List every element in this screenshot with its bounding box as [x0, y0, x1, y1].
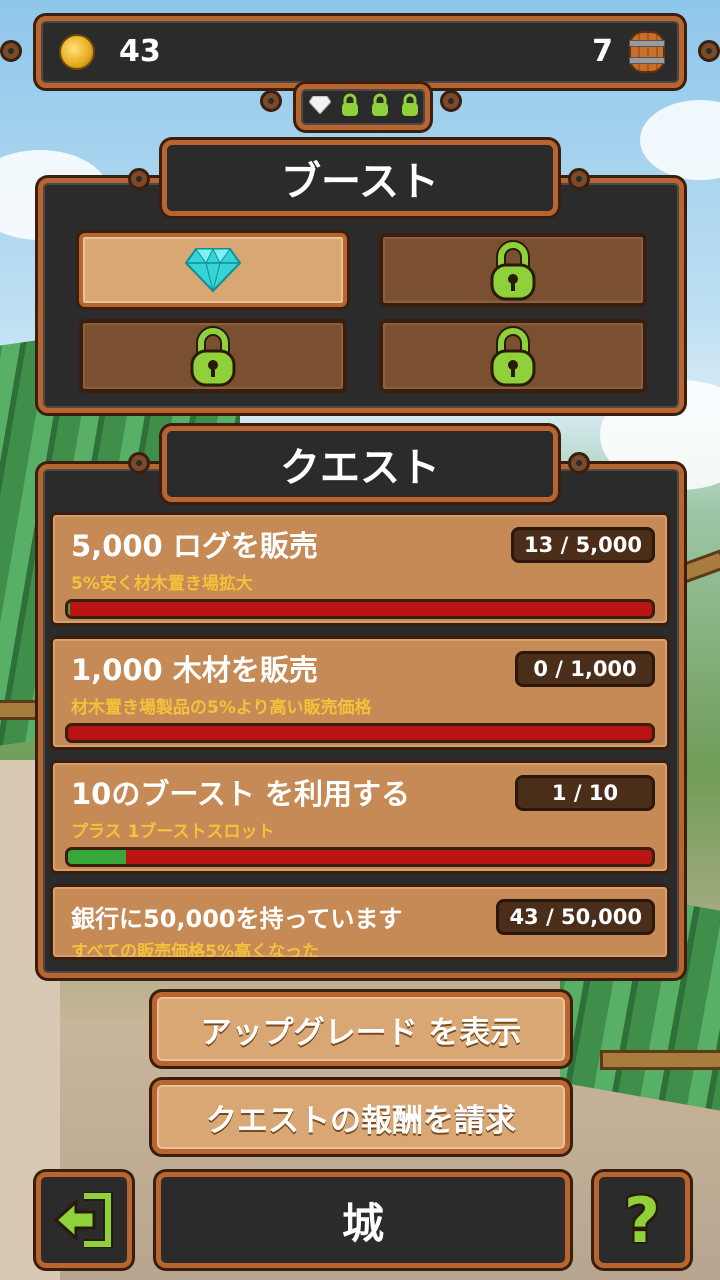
- quest-progress-bar: [65, 599, 655, 619]
- diamond-icon: [184, 247, 242, 293]
- coin-count: 43: [119, 34, 161, 69]
- question-icon: ?: [624, 1183, 660, 1257]
- lock-icon: [402, 93, 418, 116]
- bolt-icon: [440, 90, 462, 112]
- lock-icon: [372, 93, 388, 116]
- quest-item: 10のブースト を利用する プラス 1ブーストスロット 1 / 10: [50, 760, 670, 874]
- boost-slot-locked[interactable]: [379, 319, 647, 393]
- quest-item: 5,000 ログを販売 5%安く材木置き場拡大 13 / 5,000: [50, 512, 670, 626]
- resource-bar: 43 7: [36, 16, 684, 88]
- quest-item: 銀行に50,000を持っています すべての販売価格5%高くなった 43 / 50…: [50, 884, 670, 960]
- quest-progress-count: 1 / 10: [515, 775, 655, 811]
- quest-progress-fill: [68, 850, 127, 864]
- barrel-count: 7: [592, 34, 613, 69]
- boost-slot-locked[interactable]: [79, 319, 347, 393]
- quest-title-text: 10のブースト を利用する: [71, 777, 411, 811]
- lock-icon: [490, 326, 536, 387]
- quest-title-text: 1,000 木材を販売: [71, 653, 318, 687]
- quest-title-text: 5,000 ログを販売: [71, 529, 318, 563]
- bolt-icon: [128, 168, 150, 190]
- quest-item: 1,000 木材を販売 材木置き場製品の5%より高い販売価格 0 / 1,000: [50, 636, 670, 750]
- quest-progress-fill: [68, 602, 70, 616]
- bolt-icon: [568, 452, 590, 474]
- boost-title: ブースト: [162, 140, 558, 216]
- boost-indicator: [296, 84, 430, 130]
- quest-progress-bar: [65, 723, 655, 743]
- quest-reward-text: すべての販売価格5%高くなった: [71, 942, 319, 960]
- quest-progress-count: 13 / 5,000: [511, 527, 655, 563]
- quest-progress-count: 43 / 50,000: [496, 899, 655, 935]
- bolt-icon: [0, 40, 22, 62]
- coin-icon: [59, 34, 95, 70]
- quest-reward-text: 材木置き場製品の5%より高い販売価格: [71, 698, 372, 718]
- boost-slot-locked[interactable]: [379, 233, 647, 307]
- quest-progress-count: 0 / 1,000: [515, 651, 655, 687]
- lock-icon: [490, 240, 536, 301]
- exit-button[interactable]: [36, 1172, 132, 1268]
- bolt-icon: [260, 90, 282, 112]
- bolt-icon: [128, 452, 150, 474]
- bolt-icon: [698, 40, 720, 62]
- exit-icon: [54, 1192, 113, 1248]
- view-upgrades-button[interactable]: アップグレード を表示: [152, 992, 570, 1066]
- lock-icon: [190, 326, 236, 387]
- quest-reward-text: 5%安く材木置き場拡大: [71, 574, 253, 594]
- quest-title-text: 銀行に50,000を持っています: [71, 905, 403, 933]
- diamond-icon: [309, 96, 331, 114]
- location-button[interactable]: 城: [156, 1172, 570, 1268]
- lock-icon: [342, 93, 358, 116]
- help-button[interactable]: ?: [594, 1172, 690, 1268]
- barrel-icon: [629, 31, 665, 73]
- quest-progress-bar: [65, 847, 655, 867]
- claim-rewards-button[interactable]: クエストの報酬を請求: [152, 1080, 570, 1154]
- quest-reward-text: プラス 1ブーストスロット: [71, 822, 275, 842]
- boost-slot-diamond[interactable]: [79, 233, 347, 307]
- quest-title: クエスト: [162, 426, 558, 502]
- bolt-icon: [568, 168, 590, 190]
